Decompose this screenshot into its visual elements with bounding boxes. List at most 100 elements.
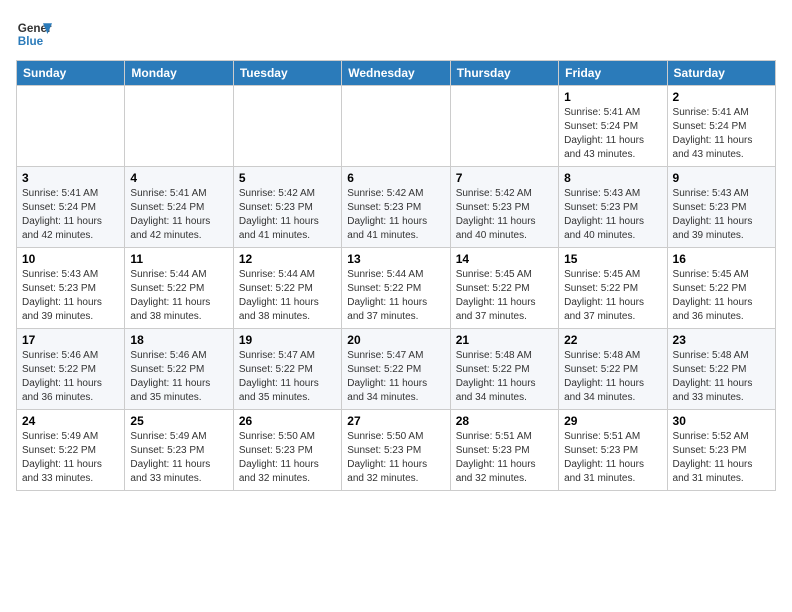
calendar-cell: 3 Sunrise: 5:41 AM Sunset: 5:24 PM Daylig… (17, 167, 125, 248)
day-number: 18 (130, 333, 227, 347)
weekday-header: Wednesday (342, 61, 450, 86)
day-number: 8 (564, 171, 661, 185)
calendar-cell: 21 Sunrise: 5:48 AM Sunset: 5:22 PM Dayli… (450, 329, 558, 410)
calendar-cell: 25Sunrise: 5:49 AM Sunset: 5:23 PM Dayli… (125, 410, 233, 491)
day-number: 10 (22, 252, 119, 266)
day-number: 6 (347, 171, 444, 185)
day-number: 12 (239, 252, 336, 266)
calendar-week-row: 24 Sunrise: 5:49 AM Sunset: 5:22 PM Dayli… (17, 410, 776, 491)
calendar-cell (233, 86, 341, 167)
calendar-cell: 24 Sunrise: 5:49 AM Sunset: 5:22 PM Dayli… (17, 410, 125, 491)
day-info: Sunrise: 5:49 AM Sunset: 5:23 PM Dayligh… (130, 430, 227, 486)
calendar-week-row: 10 Sunrise: 5:43 AM Sunset: 5:23 PM Dayli… (17, 248, 776, 329)
calendar-cell: 23Sunrise: 5:48 AM Sunset: 5:22 PM Dayli… (667, 329, 775, 410)
day-info: Sunrise: 5:44 AM Sunset: 5:22 PM Dayligh… (130, 268, 227, 324)
day-info: Sunrise: 5:41 AM Sunset: 5:24 PM Dayligh… (564, 106, 661, 162)
day-info: Sunrise: 5:43 AM Sunset: 5:23 PM Dayligh… (564, 187, 661, 243)
calendar-cell: 22Sunrise: 5:48 AM Sunset: 5:22 PM Dayli… (559, 329, 667, 410)
calendar-cell: 28 Sunrise: 5:51 AM Sunset: 5:23 PM Dayli… (450, 410, 558, 491)
day-number: 21 (456, 333, 553, 347)
day-number: 22 (564, 333, 661, 347)
day-number: 13 (347, 252, 444, 266)
weekday-header: Sunday (17, 61, 125, 86)
day-info: Sunrise: 5:45 AM Sunset: 5:22 PM Dayligh… (673, 268, 770, 324)
day-info: Sunrise: 5:43 AM Sunset: 5:23 PM Dayligh… (673, 187, 770, 243)
calendar-cell: 27 Sunrise: 5:50 AM Sunset: 5:23 PM Dayli… (342, 410, 450, 491)
day-number: 4 (130, 171, 227, 185)
calendar-cell: 1 Sunrise: 5:41 AM Sunset: 5:24 PM Daylig… (559, 86, 667, 167)
day-info: Sunrise: 5:48 AM Sunset: 5:22 PM Dayligh… (456, 349, 553, 405)
day-number: 29 (564, 414, 661, 428)
day-info: Sunrise: 5:41 AM Sunset: 5:24 PM Dayligh… (22, 187, 119, 243)
day-number: 28 (456, 414, 553, 428)
day-number: 9 (673, 171, 770, 185)
calendar-cell: 7 Sunrise: 5:42 AM Sunset: 5:23 PM Daylig… (450, 167, 558, 248)
calendar-cell (450, 86, 558, 167)
weekday-header: Thursday (450, 61, 558, 86)
day-info: Sunrise: 5:46 AM Sunset: 5:22 PM Dayligh… (130, 349, 227, 405)
calendar-cell: 18 Sunrise: 5:46 AM Sunset: 5:22 PM Dayli… (125, 329, 233, 410)
calendar-cell: 30 Sunrise: 5:52 AM Sunset: 5:23 PM Dayli… (667, 410, 775, 491)
day-number: 23 (673, 333, 770, 347)
day-info: Sunrise: 5:52 AM Sunset: 5:23 PM Dayligh… (673, 430, 770, 486)
calendar-cell: 16 Sunrise: 5:45 AM Sunset: 5:22 PM Dayli… (667, 248, 775, 329)
day-number: 16 (673, 252, 770, 266)
day-number: 30 (673, 414, 770, 428)
day-info: Sunrise: 5:44 AM Sunset: 5:22 PM Dayligh… (239, 268, 336, 324)
calendar-cell (342, 86, 450, 167)
svg-text:Blue: Blue (18, 35, 44, 48)
day-info: Sunrise: 5:46 AM Sunset: 5:22 PM Dayligh… (22, 349, 119, 405)
day-number: 2 (673, 90, 770, 104)
weekday-header: Tuesday (233, 61, 341, 86)
day-info: Sunrise: 5:45 AM Sunset: 5:22 PM Dayligh… (564, 268, 661, 324)
logo: General Blue (16, 16, 52, 52)
day-number: 19 (239, 333, 336, 347)
calendar-cell: 19 Sunrise: 5:47 AM Sunset: 5:22 PM Dayli… (233, 329, 341, 410)
calendar-cell: 11 Sunrise: 5:44 AM Sunset: 5:22 PM Dayli… (125, 248, 233, 329)
calendar-cell: 8 Sunrise: 5:43 AM Sunset: 5:23 PM Daylig… (559, 167, 667, 248)
day-info: Sunrise: 5:51 AM Sunset: 5:23 PM Dayligh… (564, 430, 661, 486)
day-info: Sunrise: 5:42 AM Sunset: 5:23 PM Dayligh… (239, 187, 336, 243)
day-info: Sunrise: 5:47 AM Sunset: 5:22 PM Dayligh… (239, 349, 336, 405)
calendar-cell: 26Sunrise: 5:50 AM Sunset: 5:23 PM Dayli… (233, 410, 341, 491)
day-info: Sunrise: 5:43 AM Sunset: 5:23 PM Dayligh… (22, 268, 119, 324)
calendar-week-row: 3 Sunrise: 5:41 AM Sunset: 5:24 PM Daylig… (17, 167, 776, 248)
day-number: 20 (347, 333, 444, 347)
day-info: Sunrise: 5:41 AM Sunset: 5:24 PM Dayligh… (130, 187, 227, 243)
day-info: Sunrise: 5:41 AM Sunset: 5:24 PM Dayligh… (673, 106, 770, 162)
calendar-cell: 9 Sunrise: 5:43 AM Sunset: 5:23 PM Daylig… (667, 167, 775, 248)
calendar-cell: 29 Sunrise: 5:51 AM Sunset: 5:23 PM Dayli… (559, 410, 667, 491)
weekday-header: Friday (559, 61, 667, 86)
day-number: 17 (22, 333, 119, 347)
day-number: 24 (22, 414, 119, 428)
calendar-cell: 5 Sunrise: 5:42 AM Sunset: 5:23 PM Daylig… (233, 167, 341, 248)
day-number: 5 (239, 171, 336, 185)
calendar-cell (17, 86, 125, 167)
day-number: 1 (564, 90, 661, 104)
calendar-week-row: 1 Sunrise: 5:41 AM Sunset: 5:24 PM Daylig… (17, 86, 776, 167)
day-info: Sunrise: 5:42 AM Sunset: 5:23 PM Dayligh… (456, 187, 553, 243)
calendar-header-row: SundayMondayTuesdayWednesdayThursdayFrid… (17, 61, 776, 86)
calendar-cell: 13 Sunrise: 5:44 AM Sunset: 5:22 PM Dayli… (342, 248, 450, 329)
day-number: 15 (564, 252, 661, 266)
calendar-cell: 20 Sunrise: 5:47 AM Sunset: 5:22 PM Dayli… (342, 329, 450, 410)
day-number: 14 (456, 252, 553, 266)
day-info: Sunrise: 5:51 AM Sunset: 5:23 PM Dayligh… (456, 430, 553, 486)
day-info: Sunrise: 5:42 AM Sunset: 5:23 PM Dayligh… (347, 187, 444, 243)
day-info: Sunrise: 5:50 AM Sunset: 5:23 PM Dayligh… (347, 430, 444, 486)
day-info: Sunrise: 5:45 AM Sunset: 5:22 PM Dayligh… (456, 268, 553, 324)
calendar-week-row: 17 Sunrise: 5:46 AM Sunset: 5:22 PM Dayli… (17, 329, 776, 410)
day-number: 27 (347, 414, 444, 428)
calendar-cell: 10 Sunrise: 5:43 AM Sunset: 5:23 PM Dayli… (17, 248, 125, 329)
weekday-header: Saturday (667, 61, 775, 86)
day-info: Sunrise: 5:44 AM Sunset: 5:22 PM Dayligh… (347, 268, 444, 324)
day-number: 11 (130, 252, 227, 266)
calendar-cell: 2 Sunrise: 5:41 AM Sunset: 5:24 PM Daylig… (667, 86, 775, 167)
page-header: General Blue (16, 16, 776, 52)
day-number: 7 (456, 171, 553, 185)
calendar-cell (125, 86, 233, 167)
day-number: 3 (22, 171, 119, 185)
day-info: Sunrise: 5:49 AM Sunset: 5:22 PM Dayligh… (22, 430, 119, 486)
day-number: 26 (239, 414, 336, 428)
day-info: Sunrise: 5:47 AM Sunset: 5:22 PM Dayligh… (347, 349, 444, 405)
